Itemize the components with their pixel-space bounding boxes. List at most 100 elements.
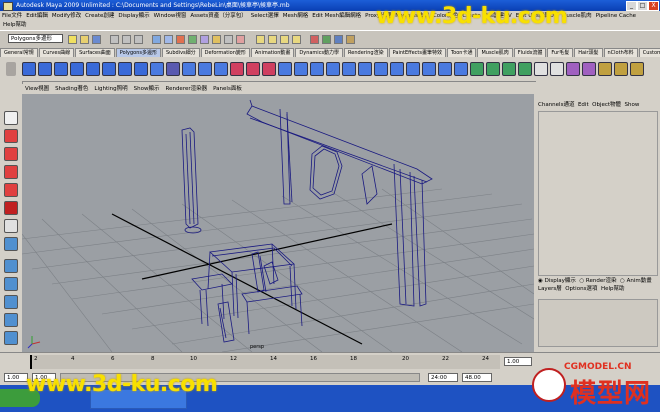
collapse-icon[interactable] [454,62,468,76]
extract-icon[interactable] [214,62,228,76]
shelf-tab-curves[interactable]: Curves曲線 [38,48,75,57]
persp-graph-layout-icon[interactable] [4,313,18,327]
shelf-tab-custom[interactable]: Custom自定義 [638,48,660,57]
hypershade-layout-icon[interactable] [4,331,18,345]
mask-curves-icon[interactable] [176,35,185,44]
viewport-menu-show[interactable]: Show顯示 [131,84,163,94]
channel-menu-channels[interactable]: Channels通道 [538,102,574,108]
persp-outliner-layout-icon[interactable] [4,295,18,309]
last-tool-icon[interactable] [4,237,18,251]
append-polygon-icon[interactable] [326,62,340,76]
boolean-difference-icon[interactable] [246,62,260,76]
history-delete-icon[interactable] [598,62,612,76]
close-button[interactable]: X [648,1,659,11]
menu-window[interactable]: Window視窗 [152,11,189,21]
save-scene-icon[interactable] [92,35,101,44]
sculpt-icon[interactable] [566,62,580,76]
merge-icon[interactable] [438,62,452,76]
poly-prism-icon[interactable] [118,62,132,76]
mask-rendering-icon[interactable] [224,35,233,44]
select-object-icon[interactable] [122,35,131,44]
menu-create[interactable]: Create創建 [83,11,116,21]
shelf-tab-hair[interactable]: Hair頭髮 [574,48,603,57]
start-time-field[interactable]: 1.00 [4,373,28,382]
layer-menu-layers[interactable]: Layers層 [538,286,562,292]
minimize-button[interactable]: _ [626,1,637,11]
poly-plane-icon[interactable] [86,62,100,76]
perspective-viewport[interactable]: persp [22,94,534,352]
channel-menu-edit[interactable]: Edit [578,102,589,108]
extrude-icon[interactable] [390,62,404,76]
menu-file[interactable]: File文件 [0,11,24,21]
select-tool-icon[interactable] [4,111,18,125]
ipr-render-icon[interactable] [334,35,343,44]
split-polygon-icon[interactable] [342,62,356,76]
separate-icon[interactable] [198,62,212,76]
center-pivot-icon[interactable] [630,62,644,76]
shelf-tab-deformation[interactable]: Deformation變形 [200,48,250,57]
four-view-layout-icon[interactable] [4,277,18,291]
time-cursor[interactable] [30,355,32,369]
layer-menu-options[interactable]: Options選項 [565,286,597,292]
paint-weights-icon[interactable] [582,62,596,76]
poly-cylinder-icon[interactable] [54,62,68,76]
shelf-tab-subdivs[interactable]: Subdivs細分 [162,48,200,57]
bridge-icon[interactable] [406,62,420,76]
single-view-layout-icon[interactable] [4,259,18,273]
shelf-tab-general[interactable]: General常規 [0,48,38,57]
move-tool-icon[interactable] [4,165,18,179]
mask-deformers-icon[interactable] [200,35,209,44]
open-scene-icon[interactable] [80,35,89,44]
shelf-tab-ncloth[interactable]: nCloth布料 [603,48,638,57]
shelf-menu-icon[interactable] [6,62,16,76]
viewport-menu-lighting[interactable]: Lighting照明 [91,84,130,94]
snap-grid-icon[interactable] [256,35,265,44]
new-scene-icon[interactable] [68,35,77,44]
channel-menu-show[interactable]: Show [625,102,640,108]
maximize-button[interactable]: □ [637,1,648,11]
offset-edge-loop-icon[interactable] [374,62,388,76]
boolean-union-icon[interactable] [230,62,244,76]
history-icon[interactable] [310,35,319,44]
layer-list[interactable] [538,299,658,347]
lasso-tool-icon[interactable] [4,129,18,143]
mask-joints-icon[interactable] [164,35,173,44]
poly-helix-icon[interactable] [166,62,180,76]
render-globals-icon[interactable] [346,35,355,44]
boolean-intersection-icon[interactable] [262,62,276,76]
checker-icon[interactable] [550,62,564,76]
rotate-tool-icon[interactable] [4,183,18,197]
time-slider-track[interactable]: 2 4 6 8 10 12 14 16 18 20 22 24 [30,355,500,369]
layer-menu-help[interactable]: Help幫助 [601,286,625,292]
paint-select-tool-icon[interactable] [4,147,18,161]
viewport-menu-shading[interactable]: Shading著色 [52,84,91,94]
shelf-tab-animation[interactable]: Animation動畫 [250,48,295,57]
shelf-tab-fur[interactable]: Fur毛髮 [547,48,574,57]
snap-curve-icon[interactable] [268,35,277,44]
shelf-tab-muscle[interactable]: Muscle肌肉 [477,48,513,57]
menu-pipeline-cache[interactable]: Pipeline Cache [594,11,638,21]
combine-icon[interactable] [182,62,196,76]
viewport-menu-renderer[interactable]: Renderer渲染器 [163,84,211,94]
poly-pyramid-icon[interactable] [134,62,148,76]
menu-edit-mesh[interactable]: Edit Mesh編輯網格 [310,11,363,21]
poly-sphere-icon[interactable] [22,62,36,76]
playback-end-field[interactable]: 24:00 [428,373,458,382]
channel-box[interactable] [538,111,658,276]
automatic-mapping-icon[interactable] [518,62,532,76]
mirror-geometry-icon[interactable] [310,62,324,76]
shelf-tab-toon[interactable]: Toon卡通 [446,48,477,57]
shelf-tab-dynamics[interactable]: Dynamics動力學 [295,48,344,57]
manipulator-tool-icon[interactable] [4,219,18,233]
insert-edge-loop-icon[interactable] [358,62,372,76]
scale-tool-icon[interactable] [4,201,18,215]
mask-dynamics-icon[interactable] [212,35,221,44]
menu-modify[interactable]: Modify修改 [50,11,83,21]
menu-display[interactable]: Display顯示 [116,11,151,21]
poly-cube-icon[interactable] [38,62,52,76]
menu-mesh[interactable]: Mesh網格 [281,11,310,21]
planar-mapping-icon[interactable] [470,62,484,76]
render-current-icon[interactable] [322,35,331,44]
viewport-menu-view[interactable]: View視圖 [22,84,52,94]
select-component-icon[interactable] [134,35,143,44]
